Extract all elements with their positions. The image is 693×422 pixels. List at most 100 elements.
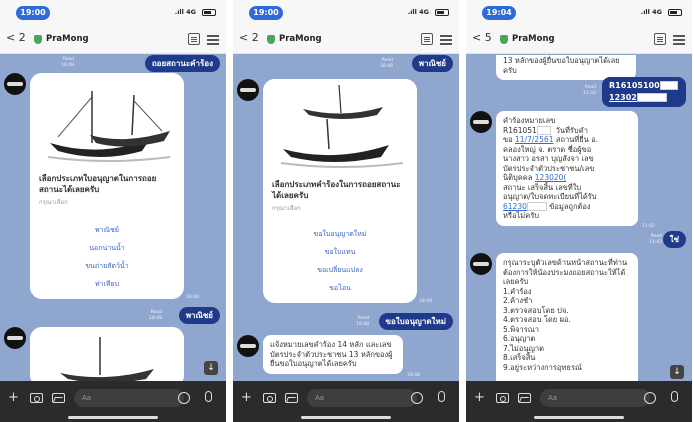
option-card-partial <box>30 327 184 381</box>
menu-icon[interactable] <box>207 35 219 37</box>
card-title: เลือกประเภทใบอนุญาตในการถอยสถานะได้เลยคร… <box>39 174 157 194</box>
chat-area[interactable]: 13 หลักของผู้ยื่นขอใบอนุญาตได้เลยครับ Re… <box>466 55 692 381</box>
chat-header: < 2 PraMong <box>233 24 459 54</box>
message-meta: Read 11:42 <box>583 85 596 96</box>
message-meta: Read 18:48 <box>61 57 74 68</box>
option-overseas[interactable]: นอกน่านน้ำ <box>30 239 184 257</box>
sent-message: ใช่ <box>662 231 686 248</box>
status-time: 19:00 <box>16 6 50 20</box>
battery-icon <box>202 9 216 16</box>
back-button[interactable]: < 2 <box>239 31 259 44</box>
phone-screen-3: 19:04 .ıll 4G < 5 PraMong 13 หลักของผู้ย… <box>466 0 692 422</box>
emoji-icon[interactable] <box>644 392 656 404</box>
sent-message: ขอใบอนุญาตใหม่ <box>378 313 453 330</box>
plus-icon[interactable]: + <box>474 391 485 405</box>
scroll-down-button[interactable]: ↓ <box>670 365 684 379</box>
back-button[interactable]: < 2 <box>6 31 26 44</box>
chat-area[interactable]: Read 18:48 ถอยสถานะคำร้อง เลือกประเภทใบอน… <box>0 55 226 381</box>
bot-avatar <box>237 79 259 101</box>
back-button[interactable]: < 5 <box>472 31 492 44</box>
message-input[interactable]: Aa <box>540 389 650 407</box>
home-indicator <box>68 416 158 419</box>
emoji-icon[interactable] <box>411 392 423 404</box>
message-meta: Read 18:48 <box>380 58 393 69</box>
option-transshipment[interactable]: ขนถ่ายสัตว์น้ำ <box>30 257 184 275</box>
status-list-message: กรุณาระบุตัวเลขด้านหน้าสถานะที่ท่านต้องก… <box>496 253 638 381</box>
input-bar: + Aa <box>466 381 692 422</box>
date-link[interactable]: 11/7/2561 <box>515 135 553 144</box>
emoji-icon[interactable] <box>178 392 190 404</box>
option-new-license[interactable]: ขอใบอนุญาตใหม่ <box>263 225 417 243</box>
boat-image <box>30 327 184 381</box>
battery-icon <box>435 9 449 16</box>
microphone-icon[interactable] <box>671 391 678 402</box>
sent-message: R16105100 12302 <box>602 77 686 107</box>
bot-avatar <box>4 73 26 95</box>
card-timestamp: 18:48 <box>419 299 432 304</box>
chat-name: PraMong <box>46 34 89 44</box>
status-bar: 19:04 .ıll 4G <box>466 0 692 24</box>
note-icon[interactable] <box>421 33 433 45</box>
note-icon[interactable] <box>188 33 200 45</box>
plus-icon[interactable]: + <box>241 391 252 405</box>
message-input[interactable]: Aa <box>307 389 417 407</box>
message-meta: Read 11:42 <box>649 234 662 245</box>
id-link[interactable]: 123020( <box>535 173 567 182</box>
image-icon[interactable] <box>52 393 65 403</box>
card-title: เลือกประเภทคำร้องในการถอยสถานะได้เลยครับ <box>272 180 401 200</box>
status-time: 19:00 <box>249 6 283 20</box>
chat-name: PraMong <box>512 34 555 44</box>
card-timestamp: 18:48 <box>186 295 199 300</box>
message-meta: Read 18:48 <box>149 310 162 321</box>
verified-shield-icon <box>500 35 508 44</box>
message-input[interactable]: Aa <box>74 389 184 407</box>
status-bar: 19:00 .ıll 4G <box>0 0 226 24</box>
image-icon[interactable] <box>518 393 531 403</box>
option-transfer[interactable]: ขอโอน <box>263 279 417 297</box>
verified-shield-icon <box>267 35 275 44</box>
home-indicator <box>301 416 391 419</box>
boat-image <box>30 73 184 169</box>
microphone-icon[interactable] <box>438 391 445 402</box>
image-icon[interactable] <box>285 393 298 403</box>
scroll-down-button[interactable]: ↓ <box>204 361 218 375</box>
battery-icon <box>668 9 682 16</box>
message-timestamp: 11:42 <box>642 224 655 229</box>
option-card: เลือกประเภทคำร้องในการถอยสถานะได้เลยครับ… <box>263 79 417 303</box>
option-pier[interactable]: ท่าเทียบ <box>30 275 184 293</box>
license-info-message: คำร้องหมายเลข R161051 วันที่รับคำ ขอ 11/… <box>496 111 638 226</box>
option-replacement[interactable]: ขอใบแทน <box>263 243 417 261</box>
chat-name: PraMong <box>279 34 322 44</box>
card-subtitle: กรุณาเลือก <box>39 199 68 206</box>
camera-icon[interactable] <box>496 393 509 403</box>
chat-area[interactable]: Read 18:48 พาณิชย์ เลือกประเภทคำร้องในการ… <box>233 55 459 381</box>
signal-indicator: .ıll 4G <box>640 8 662 16</box>
status-bar: 19:00 .ıll 4G <box>233 0 459 24</box>
bot-avatar <box>237 335 259 357</box>
menu-icon[interactable] <box>440 35 452 37</box>
message-meta: Read 18:48 <box>356 316 369 327</box>
boat-image <box>263 79 417 175</box>
sent-message: พาณิชย์ <box>178 307 220 324</box>
option-change[interactable]: ขอเปลี่ยนแปลง <box>263 261 417 279</box>
option-commercial[interactable]: พาณิชย์ <box>30 221 184 239</box>
home-indicator <box>534 416 624 419</box>
note-icon[interactable] <box>654 33 666 45</box>
phone-screen-1: 19:00 .ıll 4G < 2 PraMong Read 18:48 ถอยส… <box>0 0 226 422</box>
chat-header: < 5 PraMong <box>466 24 692 54</box>
camera-icon[interactable] <box>30 393 43 403</box>
bot-avatar <box>470 111 492 133</box>
received-message: แจ้งหมายเลขคำร้อง 14 หลัก และเลขบัตรประจ… <box>263 335 403 374</box>
phone-screen-2: 19:00 .ıll 4G < 2 PraMong Read 18:48 พาณิ… <box>233 0 459 422</box>
sent-message: พาณิชย์ <box>411 55 453 72</box>
bot-avatar <box>470 253 492 275</box>
microphone-icon[interactable] <box>205 391 212 402</box>
camera-icon[interactable] <box>263 393 276 403</box>
license-number-link[interactable]: 61230 <box>503 202 527 211</box>
menu-icon[interactable] <box>673 35 685 37</box>
status-time: 19:04 <box>482 6 516 20</box>
verified-shield-icon <box>34 35 42 44</box>
message-timestamp: 18:48 <box>407 373 420 378</box>
plus-icon[interactable]: + <box>8 391 19 405</box>
chat-header: < 2 PraMong <box>0 24 226 54</box>
